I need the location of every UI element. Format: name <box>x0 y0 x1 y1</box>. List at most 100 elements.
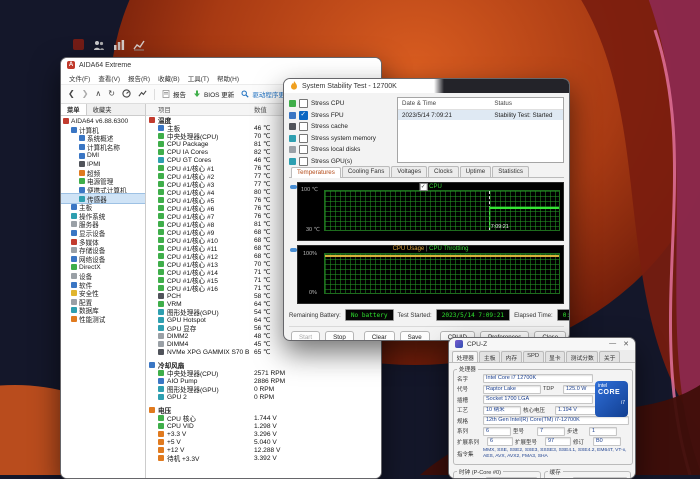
stress-checkbox[interactable] <box>299 111 308 120</box>
chart-icon[interactable] <box>138 85 147 103</box>
tree-node-icon <box>71 290 77 296</box>
stress-option: Stress local disks <box>289 145 391 154</box>
sensor-icon <box>158 149 164 155</box>
start-button[interactable]: Start <box>291 331 320 341</box>
tree-item-node[interactable]: 操作系统 <box>61 212 145 221</box>
temp-series-riser <box>489 207 490 228</box>
stress-checkbox[interactable] <box>299 99 308 108</box>
sst-tab-clocks[interactable]: Clocks <box>428 166 459 177</box>
tab-favorites[interactable]: 收藏夹 <box>87 104 118 115</box>
log-col-datetime[interactable]: Date & Time <box>398 100 494 107</box>
sst-tab-uptime[interactable]: Uptime <box>460 166 492 177</box>
sensor-icon <box>158 439 164 445</box>
sensor-icon <box>158 173 164 179</box>
tree-item-node[interactable]: 显示设备 <box>61 229 145 238</box>
menu-item[interactable]: 收藏(B) <box>158 73 180 83</box>
menu-item[interactable]: 文件(F) <box>69 73 90 83</box>
line-chart-icon[interactable] <box>132 38 145 51</box>
tree-item-node[interactable]: 配置 <box>61 297 145 306</box>
tree-item-node[interactable]: IPMI <box>61 160 145 169</box>
stop-button[interactable]: Stop <box>325 331 354 341</box>
sensor-icon <box>158 333 164 339</box>
forward-icon[interactable]: ❯ <box>82 90 89 98</box>
tree-node-icon <box>71 221 77 227</box>
menu-item[interactable]: 报告(R) <box>128 73 150 83</box>
cpu-usage-series <box>325 255 559 257</box>
processor-legend: 处理器 <box>457 365 478 373</box>
stress-option: Stress cache <box>289 122 391 131</box>
cpuz-tab-显卡[interactable]: 显卡 <box>545 351 566 362</box>
menu-item[interactable]: 帮助(H) <box>217 73 239 83</box>
stress-checkbox[interactable] <box>299 145 308 154</box>
sensor-icon <box>158 141 164 147</box>
sst-titlebar[interactable]: System Stability Test - 12700K <box>284 79 569 93</box>
sensor-icon <box>158 229 164 235</box>
tree-item-node[interactable]: 安全性 <box>61 289 145 298</box>
minimize-button[interactable]: — <box>609 340 616 348</box>
stress-icon <box>289 135 296 142</box>
close-button[interactable]: ✕ <box>623 340 629 348</box>
column-item[interactable]: 项目 <box>146 105 254 114</box>
cpuz-tab-SPD[interactable]: SPD <box>523 351 544 362</box>
log-col-status[interactable]: Status <box>494 100 563 107</box>
sst-tab-statistics[interactable]: Statistics <box>492 166 529 177</box>
tree-item-node[interactable]: DirectX <box>61 263 145 272</box>
tree-item-selected[interactable]: 传感器 <box>61 194 145 203</box>
started-label: Test Started: <box>398 312 432 319</box>
cpuz-field: 7 <box>537 427 565 436</box>
stress-checkbox[interactable] <box>299 157 308 166</box>
tree-item-node[interactable]: 设备 <box>61 272 145 281</box>
cpuz-tab-处理器[interactable]: 处理器 <box>452 351 478 362</box>
cpuz-tab-主板[interactable]: 主板 <box>479 351 500 362</box>
tree-item-node[interactable]: 性能测试 <box>61 315 145 324</box>
sst-tab-voltages[interactable]: Voltages <box>391 166 427 177</box>
usage-title: CPU Usage <box>393 246 425 252</box>
save-button[interactable]: Save <box>400 331 430 341</box>
splitter-handle[interactable] <box>290 185 297 189</box>
stress-checkbox[interactable] <box>299 134 308 143</box>
tree-item-node[interactable]: DMI <box>61 151 145 160</box>
up-icon[interactable]: ∧ <box>95 90 101 98</box>
aida64-titlebar[interactable]: A AIDA64 Extreme <box>61 58 381 72</box>
legend-cpu: CPU <box>429 184 442 190</box>
started-lcd: 2023/5/14 7:09:21 <box>436 309 510 321</box>
bios-update-button[interactable]: BIOS 更新 <box>193 89 234 99</box>
sst-log-list[interactable]: Date & Time Status 2023/5/14 7:09:21Stab… <box>397 97 564 163</box>
tab-menu[interactable]: 菜单 <box>61 104 87 115</box>
app-icon[interactable] <box>72 38 85 51</box>
processor-groupbox: 处理器 名字Intel Core i7 12700K代号Raptor LakeT… <box>453 365 633 465</box>
back-icon[interactable]: ❮ <box>68 90 75 98</box>
menu-item[interactable]: 工具(T) <box>188 73 209 83</box>
tree-node-icon <box>71 247 77 253</box>
stress-icon <box>289 123 296 130</box>
legend-checkbox[interactable]: ✓ <box>419 183 427 191</box>
column-value[interactable]: 数值 <box>254 105 267 114</box>
cpuz-row: 系列6型号7步进1 <box>457 427 629 436</box>
sst-tab-temperatures[interactable]: Temperatures <box>291 167 341 178</box>
refresh-icon[interactable]: ↻ <box>108 90 115 98</box>
sensor-icon <box>158 253 164 259</box>
gauge-icon[interactable] <box>122 85 131 103</box>
report-button[interactable]: 报告 <box>162 89 186 99</box>
people-icon[interactable] <box>92 38 105 51</box>
cpuz-tab-关于[interactable]: 关于 <box>599 351 620 362</box>
cpuz-tab-内存[interactable]: 内存 <box>501 351 522 362</box>
splitter-handle-2[interactable] <box>290 248 297 252</box>
section-icon <box>149 117 155 123</box>
tree-item-node[interactable]: 计算机名称 <box>61 143 145 152</box>
clear-button[interactable]: Clear <box>364 331 395 341</box>
log-row[interactable]: 2023/5/14 7:09:21Stability Test: Started <box>398 110 563 120</box>
cpuz-titlebar[interactable]: CPU-Z — ✕ <box>449 338 635 350</box>
tree-item-node[interactable]: AIDA64 v6.88.6300 <box>61 117 145 126</box>
temp-plot-area: 7:09:21 <box>324 190 560 231</box>
sensor-icon <box>158 325 164 331</box>
elapsed-lcd: 0:00:09 <box>557 309 570 321</box>
menu-item[interactable]: 查看(V) <box>98 73 120 83</box>
stress-checkbox[interactable] <box>299 122 308 131</box>
bar-chart-icon[interactable] <box>112 38 125 51</box>
sst-tabs: TemperaturesCooling FansVoltagesClocksUp… <box>289 166 564 178</box>
sst-tab-cooling-fans[interactable]: Cooling Fans <box>342 166 390 177</box>
tree-item-node[interactable]: 网络设备 <box>61 255 145 264</box>
cpuz-tab-测试分数[interactable]: 测试分数 <box>566 351 598 362</box>
tree-item-node[interactable]: 软件 <box>61 280 145 289</box>
